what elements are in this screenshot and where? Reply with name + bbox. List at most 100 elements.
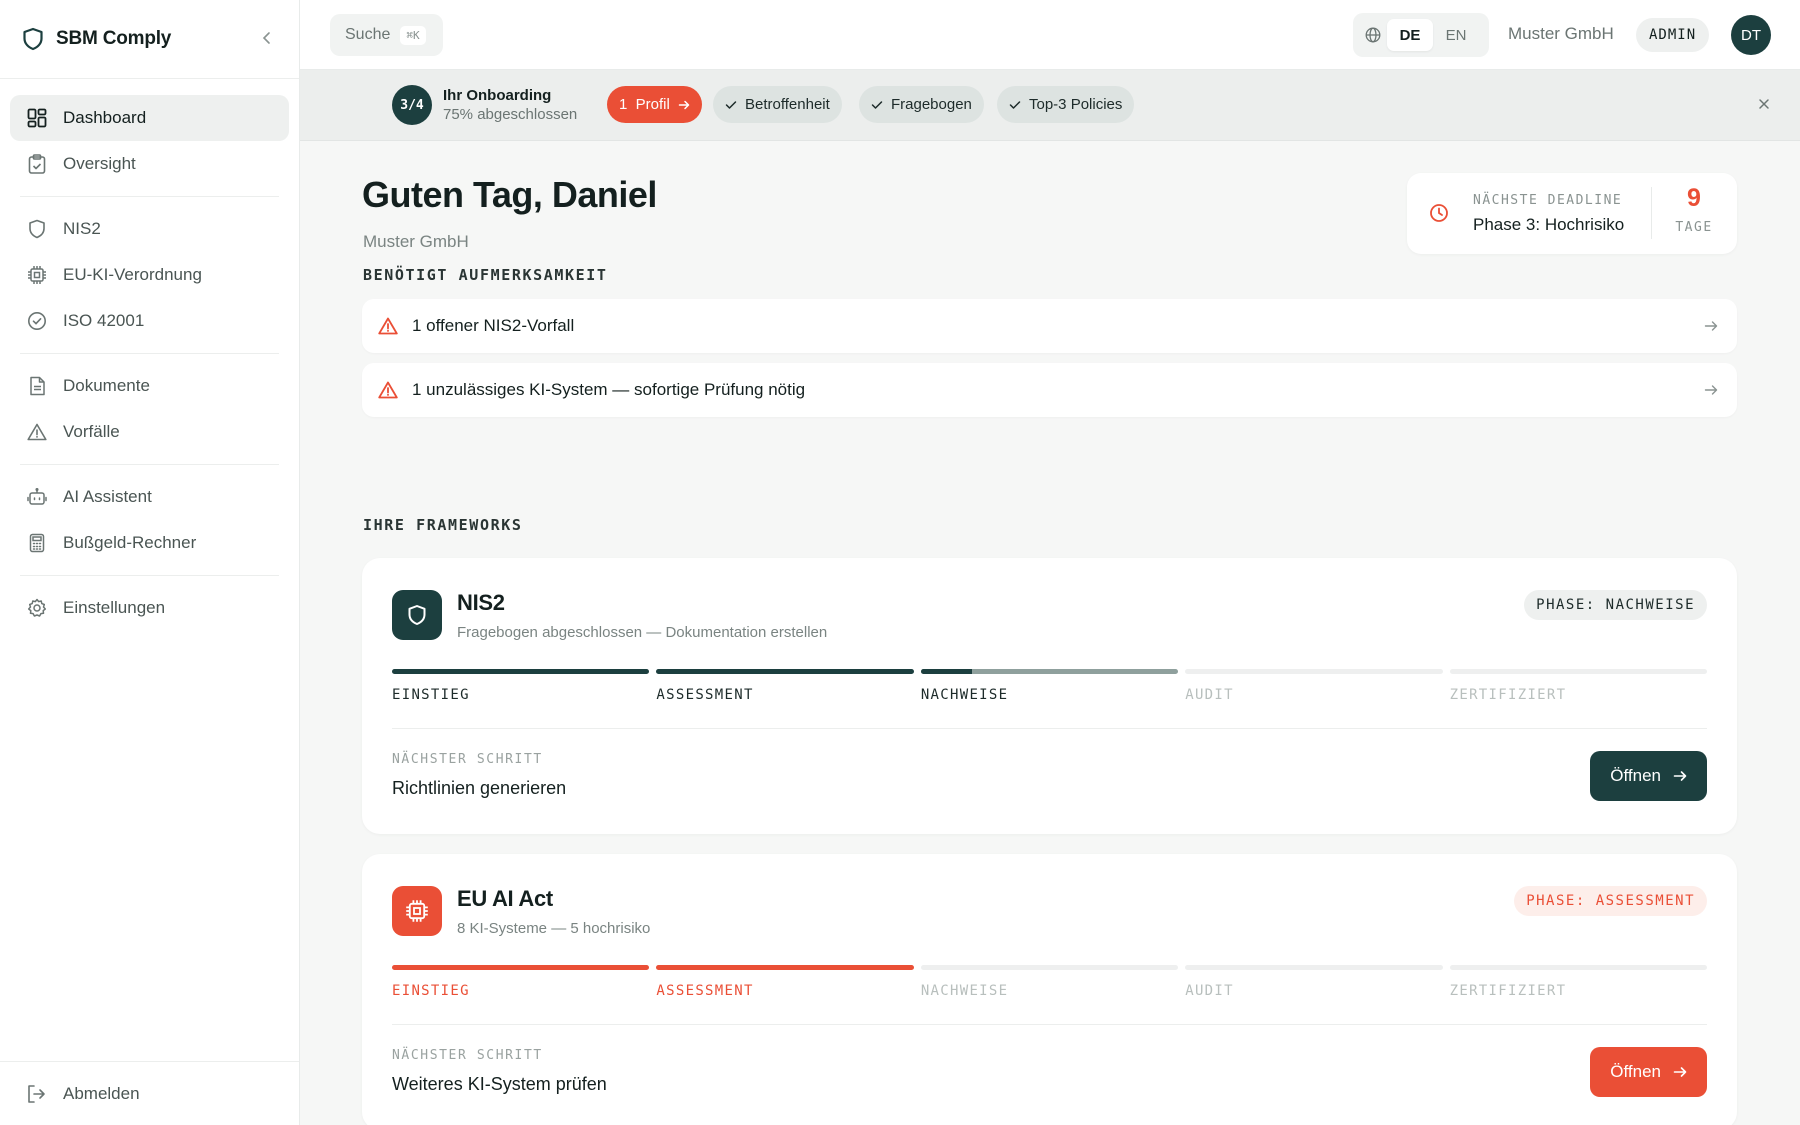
onboarding-subtitle: 75% abgeschlossen <box>443 106 578 123</box>
sidebar-item-label: Dokumente <box>63 376 150 395</box>
logout-label: Abmelden <box>63 1083 140 1103</box>
search-button[interactable]: Suche ⌘K <box>330 14 443 56</box>
open-button-label: Öffnen <box>1610 766 1661 785</box>
shield-logo-icon <box>22 27 46 51</box>
stage-label: EINSTIEG <box>392 983 470 999</box>
sidebar-item-vorfaelle[interactable]: Vorfälle <box>10 409 289 455</box>
sidebar-item-nis2[interactable]: NIS2 <box>10 206 289 252</box>
framework-description: Fragebogen abgeschlossen — Dokumentation… <box>457 624 828 641</box>
stage-assessment: ASSESSMENT <box>656 965 914 999</box>
calculator-icon <box>26 532 48 554</box>
stage-zertifiziert: ZERTIFIZIERT <box>1449 669 1708 703</box>
deadline-days: 9 <box>1687 184 1701 212</box>
onboarding-progress-badge: 3/4 <box>392 85 432 125</box>
sidebar-item-einstellungen[interactable]: Einstellungen <box>10 585 289 631</box>
sidebar-item-eu-ki-verordnung[interactable]: EU-KI-Verordnung <box>10 252 289 298</box>
robot-icon <box>26 486 48 508</box>
close-icon[interactable] <box>1754 94 1774 114</box>
logout-icon <box>26 1084 48 1104</box>
step-label: 1 Profil <box>619 96 670 113</box>
phase-badge: PHASE: NACHWEISE <box>1524 590 1707 620</box>
gear-icon <box>26 597 48 619</box>
next-step-value: Richtlinien generieren <box>392 778 567 798</box>
stage-audit: AUDIT <box>1185 669 1443 703</box>
sidebar-item-oversight[interactable]: Oversight <box>10 141 289 187</box>
stage-label: NACHWEISE <box>920 687 1009 703</box>
sidebar-item-label: Einstellungen <box>63 598 166 617</box>
stage-label: ZERTIFIZIERT <box>1449 687 1567 703</box>
page-title: Guten Tag, Daniel <box>362 174 657 215</box>
open-eu-ai-act-button[interactable]: Öffnen <box>1590 1047 1707 1097</box>
dashboard-grid-icon <box>26 107 48 129</box>
stage-audit: AUDIT <box>1185 965 1443 999</box>
cpu-chip-icon <box>392 886 442 936</box>
shield-icon <box>392 590 442 640</box>
sidebar-item-iso-42001[interactable]: ISO 42001 <box>10 298 289 344</box>
arrow-right-icon <box>678 99 690 111</box>
cpu-chip-icon <box>26 264 48 286</box>
check-icon <box>1009 100 1021 110</box>
search-shortcut: ⌘K <box>400 25 426 45</box>
collapse-sidebar-icon[interactable] <box>257 29 277 50</box>
next-step-label: NÄCHSTER SCHRITT <box>392 752 543 767</box>
role-badge: ADMIN <box>1636 18 1710 52</box>
page-subtitle: Muster GmbH <box>363 232 469 251</box>
sidebar-item-label: Dashboard <box>63 108 147 127</box>
stage-label: NACHWEISE <box>920 983 1009 999</box>
next-step-value: Weiteres KI-System prüfen <box>392 1074 607 1094</box>
sidebar-item-dokumente[interactable]: Dokumente <box>10 363 289 409</box>
onboarding-step-top3-policies[interactable]: Top-3 Policies <box>997 86 1135 123</box>
alert-row[interactable]: 1 unzulässiges KI-System — sofortige Prü… <box>362 363 1737 417</box>
stage-assessment: ASSESSMENT <box>656 669 914 703</box>
sidebar-item-label: ISO 42001 <box>63 311 145 330</box>
check-circle-icon <box>26 310 48 332</box>
sidebar-item-dashboard[interactable]: Dashboard <box>10 95 289 141</box>
card-divider <box>392 728 1707 729</box>
step-label: Fragebogen <box>891 96 972 113</box>
arrow-right-icon <box>1673 1066 1687 1078</box>
next-step-label: NÄCHSTER SCHRITT <box>392 1048 543 1063</box>
warning-triangle-icon <box>26 421 48 443</box>
frameworks-heading: IHRE FRAMEWORKS <box>363 516 523 534</box>
lang-en-button[interactable]: EN <box>1433 19 1479 51</box>
nav-divider <box>20 464 279 465</box>
lang-de-button[interactable]: DE <box>1387 19 1433 51</box>
stage-nachweise: NACHWEISE <box>920 669 1179 703</box>
onboarding-step-fragebogen[interactable]: Fragebogen <box>859 86 984 123</box>
document-icon <box>26 375 48 397</box>
stage-label: EINSTIEG <box>392 687 470 703</box>
arrow-right-icon <box>1673 770 1687 782</box>
onboarding-step-betroffenheit[interactable]: Betroffenheit <box>713 86 842 123</box>
alert-row[interactable]: 1 offener NIS2-Vorfall <box>362 299 1737 353</box>
stage-zertifiziert: ZERTIFIZIERT <box>1449 965 1708 999</box>
alert-text: 1 offener NIS2-Vorfall <box>412 316 575 335</box>
next-deadline-card[interactable]: NÄCHSTE DEADLINE Phase 3: Hochrisiko 9 T… <box>1407 173 1737 254</box>
nav-divider <box>20 196 279 197</box>
onboarding-step-profil[interactable]: 1 Profil <box>607 86 702 123</box>
framework-description: 8 KI-Systeme — 5 hochrisiko <box>457 920 651 937</box>
sidebar-item-bussgeld-rechner[interactable]: Bußgeld-Rechner <box>10 520 289 566</box>
phase-badge: PHASE: ASSESSMENT <box>1514 886 1707 916</box>
search-label: Suche <box>345 26 391 43</box>
main-content: Guten Tag, Daniel Muster GmbH NÄCHSTE DE… <box>300 141 1800 1125</box>
stage-label: ASSESSMENT <box>656 983 754 999</box>
org-name: Muster GmbH <box>1508 24 1614 43</box>
language-switcher: DE EN <box>1353 13 1489 57</box>
arrow-right-icon <box>1701 320 1721 332</box>
stage-progress: EINSTIEG ASSESSMENT NACHWEISE AUDIT ZERT… <box>392 669 1708 703</box>
avatar[interactable]: DT <box>1731 15 1771 55</box>
framework-name: NIS2 <box>457 590 505 615</box>
open-button-label: Öffnen <box>1610 1062 1661 1081</box>
logout-button[interactable]: Abmelden <box>0 1061 299 1125</box>
sidebar-item-ai-assistent[interactable]: AI Assistent <box>10 474 289 520</box>
brand-name: SBM Comply <box>56 28 172 49</box>
stage-progress: EINSTIEG ASSESSMENT NACHWEISE AUDIT ZERT… <box>392 965 1708 999</box>
nav-divider <box>20 575 279 576</box>
sidebar-item-label: AI Assistent <box>63 487 152 506</box>
open-nis2-button[interactable]: Öffnen <box>1590 751 1707 801</box>
framework-card-eu-ai-act[interactable]: EU AI Act 8 KI-Systeme — 5 hochrisiko PH… <box>362 854 1737 1125</box>
stage-einstieg: EINSTIEG <box>392 965 650 999</box>
framework-card-nis2[interactable]: NIS2 Fragebogen abgeschlossen — Dokument… <box>362 558 1737 834</box>
sidebar: SBM Comply Dashboard Oversight NIS2 EU-K… <box>0 0 300 1125</box>
card-divider <box>392 1024 1707 1025</box>
